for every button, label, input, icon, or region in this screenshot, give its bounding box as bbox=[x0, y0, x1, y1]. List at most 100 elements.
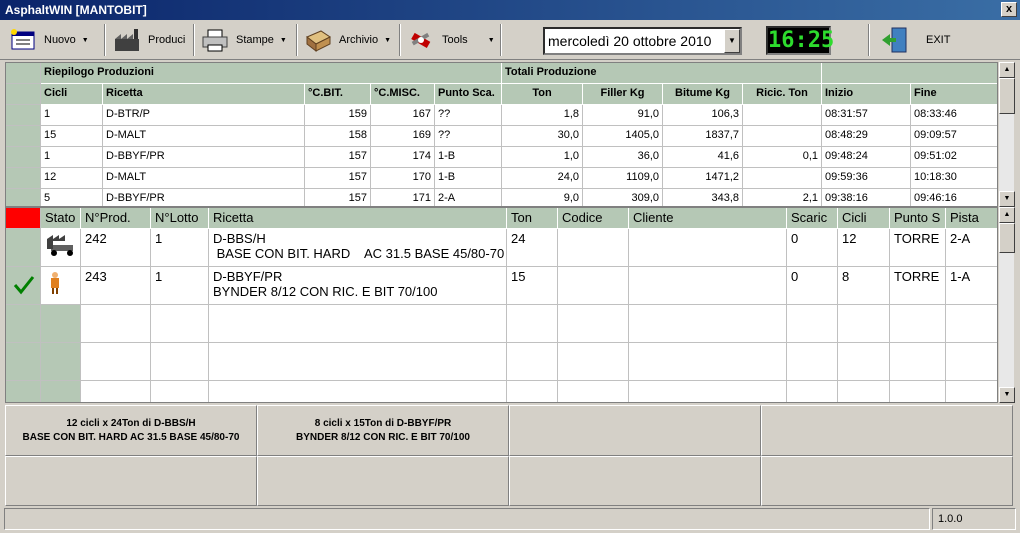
column-header[interactable]: Cicli bbox=[838, 208, 890, 229]
table-cell[interactable] bbox=[507, 343, 558, 381]
table-row[interactable]: 12 D-MALT 157 170 1-B 24,0 1109,0 1471,2 09:59:3… bbox=[6, 168, 997, 189]
table-cell[interactable]: 0 bbox=[787, 267, 838, 305]
table-cell[interactable] bbox=[838, 305, 890, 343]
table-cell[interactable] bbox=[787, 343, 838, 381]
table-cell[interactable] bbox=[151, 381, 209, 402]
status-cell[interactable] bbox=[41, 343, 81, 381]
summary-scrollbar[interactable]: ▲ ▼ bbox=[998, 62, 1015, 207]
column-header[interactable]: Punto S bbox=[890, 208, 946, 229]
row-indicator[interactable] bbox=[6, 381, 41, 402]
column-header[interactable]: Punto Sca. bbox=[435, 84, 502, 105]
table-cell[interactable]: TORRE bbox=[890, 229, 946, 267]
production-panel-2[interactable]: 8 cicli x 15Ton di D-BBYF/PR BYNDER 8/12… bbox=[257, 405, 509, 456]
tools-button[interactable]: Tools ▼ bbox=[406, 23, 495, 57]
scroll-thumb[interactable] bbox=[999, 78, 1015, 114]
table-cell[interactable] bbox=[209, 343, 507, 381]
table-cell[interactable]: 2-A bbox=[946, 229, 997, 267]
row-indicator[interactable] bbox=[6, 229, 41, 267]
production-panel-5[interactable] bbox=[5, 456, 257, 506]
table-cell[interactable] bbox=[81, 343, 151, 381]
table-cell[interactable] bbox=[558, 343, 629, 381]
production-panel-8[interactable] bbox=[761, 456, 1013, 506]
table-cell[interactable] bbox=[209, 305, 507, 343]
table-cell[interactable] bbox=[946, 343, 997, 381]
column-header[interactable]: Ricetta bbox=[103, 84, 305, 105]
scroll-up-icon[interactable]: ▲ bbox=[999, 207, 1015, 223]
table-cell[interactable]: 8 bbox=[838, 267, 890, 305]
chevron-down-icon[interactable]: ▼ bbox=[724, 29, 740, 53]
table-cell[interactable]: 242 bbox=[81, 229, 151, 267]
column-header[interactable]: Ricetta bbox=[209, 208, 507, 229]
column-header[interactable]: Ton bbox=[502, 84, 583, 105]
table-cell[interactable]: 1-A bbox=[946, 267, 997, 305]
column-header[interactable]: Ricic. Ton bbox=[743, 84, 822, 105]
table-cell[interactable]: 15 bbox=[507, 267, 558, 305]
row-indicator[interactable] bbox=[6, 343, 41, 381]
column-header[interactable]: Cicli bbox=[41, 84, 103, 105]
production-panel-7[interactable] bbox=[509, 456, 761, 506]
table-cell[interactable] bbox=[629, 267, 787, 305]
table-row[interactable]: 5 D-BBYF/PR 157 171 2-A 9,0 309,0 343,8 2,1 09:38… bbox=[6, 189, 997, 206]
table-row[interactable]: 15 D-MALT 158 169?? 30,0 1405,0 1837,7 08:48:29… bbox=[6, 126, 997, 147]
table-cell[interactable] bbox=[558, 267, 629, 305]
column-header[interactable]: Scaric bbox=[787, 208, 838, 229]
table-cell[interactable] bbox=[629, 343, 787, 381]
table-cell[interactable] bbox=[81, 381, 151, 402]
table-cell[interactable] bbox=[890, 381, 946, 402]
production-panel-6[interactable] bbox=[257, 456, 509, 506]
scroll-down-icon[interactable]: ▼ bbox=[999, 191, 1015, 207]
status-cell[interactable] bbox=[41, 267, 81, 305]
produci-button[interactable]: Produci bbox=[112, 23, 185, 57]
stampe-button[interactable]: Stampe ▼ bbox=[200, 23, 287, 57]
column-header[interactable]: Cliente bbox=[629, 208, 787, 229]
table-cell[interactable] bbox=[151, 343, 209, 381]
table-cell[interactable]: TORRE bbox=[890, 267, 946, 305]
production-panel-3[interactable] bbox=[509, 405, 761, 456]
table-cell[interactable] bbox=[507, 305, 558, 343]
table-cell[interactable]: 1 bbox=[151, 229, 209, 267]
production-panel-4[interactable] bbox=[761, 405, 1013, 456]
column-header[interactable]: N°Lotto bbox=[151, 208, 209, 229]
table-cell[interactable]: 1 bbox=[151, 267, 209, 305]
table-cell[interactable] bbox=[558, 229, 629, 267]
table-cell[interactable] bbox=[838, 381, 890, 402]
scroll-thumb[interactable] bbox=[999, 223, 1015, 253]
status-cell[interactable] bbox=[41, 229, 81, 267]
table-cell[interactable] bbox=[629, 381, 787, 402]
row-indicator[interactable] bbox=[6, 267, 41, 305]
table-cell[interactable] bbox=[787, 305, 838, 343]
column-header[interactable]: Stato bbox=[41, 208, 81, 229]
nuovo-button[interactable]: Nuovo ▼ bbox=[8, 23, 89, 57]
table-cell[interactable] bbox=[890, 343, 946, 381]
column-header[interactable]: Codice bbox=[558, 208, 629, 229]
table-row[interactable]: 1 D-BTR/P 159 167?? 1,8 91,0 106,3 08:31:57 08:3… bbox=[6, 105, 997, 126]
table-cell[interactable]: 24 bbox=[507, 229, 558, 267]
table-cell[interactable] bbox=[507, 381, 558, 402]
scroll-down-icon[interactable]: ▼ bbox=[999, 387, 1015, 403]
orders-scrollbar[interactable]: ▲ ▼ bbox=[998, 207, 1015, 403]
status-cell[interactable] bbox=[41, 381, 81, 402]
row-indicator[interactable] bbox=[6, 126, 41, 147]
column-header[interactable]: Inizio bbox=[822, 84, 911, 105]
row-indicator[interactable] bbox=[6, 168, 41, 189]
table-cell[interactable] bbox=[838, 343, 890, 381]
archivio-button[interactable]: Archivio ▼ bbox=[303, 23, 391, 57]
table-cell[interactable] bbox=[81, 305, 151, 343]
close-button[interactable]: x bbox=[1001, 2, 1017, 17]
column-header[interactable]: °C.BIT. bbox=[305, 84, 371, 105]
row-indicator[interactable] bbox=[6, 305, 41, 343]
table-cell[interactable] bbox=[151, 305, 209, 343]
exit-button[interactable]: EXIT bbox=[880, 23, 950, 57]
table-cell[interactable] bbox=[890, 305, 946, 343]
row-indicator[interactable] bbox=[6, 189, 41, 206]
table-cell[interactable] bbox=[558, 305, 629, 343]
table-cell[interactable] bbox=[946, 381, 997, 402]
column-header[interactable]: Fine bbox=[911, 84, 997, 105]
date-picker[interactable]: mercoledì 20 ottobre 2010 ▼ bbox=[543, 27, 742, 55]
table-cell[interactable] bbox=[629, 305, 787, 343]
column-header[interactable]: Pista bbox=[946, 208, 997, 229]
table-cell[interactable]: 12 bbox=[838, 229, 890, 267]
column-header[interactable]: N°Prod. bbox=[81, 208, 151, 229]
scroll-up-icon[interactable]: ▲ bbox=[999, 62, 1015, 78]
table-row[interactable]: 1 D-BBYF/PR 157 174 1-B 1,0 36,0 41,6 0,1 09:48:2… bbox=[6, 147, 997, 168]
